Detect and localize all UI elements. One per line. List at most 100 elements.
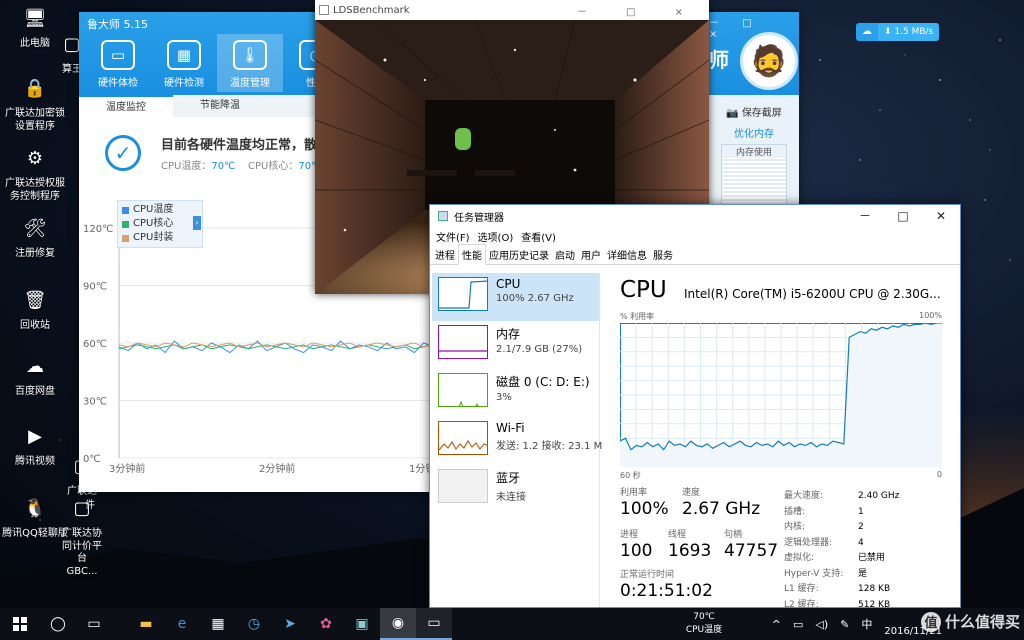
computer-icon: 🖥 bbox=[23, 7, 47, 29]
board-icon: ▦ bbox=[167, 40, 201, 70]
tab-startup[interactable]: 启动 bbox=[552, 245, 578, 264]
cpu-temp-label: CPU温度 bbox=[685, 625, 723, 635]
optimize-memory-link[interactable]: 优化内存 bbox=[709, 125, 799, 140]
maximize-button[interactable]: □ bbox=[884, 205, 922, 227]
tab-temp-monitor[interactable]: 温度监控 bbox=[79, 95, 173, 117]
sidebar-item-bluetooth[interactable]: 蓝牙 未连接 bbox=[432, 465, 599, 513]
nav-hardware-check[interactable]: ▭ 硬件体检 bbox=[85, 34, 151, 92]
desktop-icon-label: 注册修复 bbox=[15, 248, 55, 259]
volume-icon[interactable]: ◁) bbox=[815, 618, 828, 631]
cloud-icon: ☁ bbox=[856, 23, 878, 41]
save-screenshot-button[interactable]: 📷 保存截屏 bbox=[709, 104, 799, 119]
stat-processes: 进程 100 bbox=[620, 530, 653, 561]
graph-time-label: 60 秒 bbox=[620, 471, 641, 480]
sidebar-item-disk[interactable]: 磁盘 0 (C: D: E:) 3% bbox=[432, 369, 599, 417]
desktop-icon[interactable]: 🐧 腾讯QQ轻聊版 bbox=[2, 494, 68, 541]
nav-hardware-detect[interactable]: ▦ 硬件检测 bbox=[151, 34, 217, 92]
messenger-icon[interactable]: ➤ bbox=[272, 608, 308, 640]
cloud-icon: ☁ bbox=[26, 355, 44, 377]
window-controls[interactable]: － □ × bbox=[577, 3, 701, 18]
tab-services[interactable]: 服务 bbox=[650, 245, 676, 264]
network-icon[interactable]: ▭ bbox=[793, 618, 803, 631]
desktop-icon[interactable]: ⚙ 广联达授权服务控制程序 bbox=[2, 144, 68, 203]
benchmark-title: LDSBenchmark bbox=[333, 4, 410, 16]
store-icon[interactable]: ▦ bbox=[200, 608, 236, 640]
ime-icon[interactable]: 中 bbox=[861, 616, 872, 632]
ludashi-tabs: 温度监控 节能降温 bbox=[79, 95, 319, 117]
avatar[interactable]: 🧔 bbox=[740, 32, 798, 90]
y-tick-label: 30℃ bbox=[83, 397, 107, 408]
desktop-icon[interactable]: ▢ 广联达协同计价平台 GBC... bbox=[62, 494, 102, 578]
graph-max-label: 100% bbox=[919, 311, 942, 320]
tab-performance[interactable]: 性能 bbox=[458, 244, 486, 265]
chart-legend[interactable]: CPU温度 CPU核心 CPU封装 bbox=[117, 200, 203, 248]
ludashi-title: 鲁大师 5.15 bbox=[87, 18, 148, 31]
task-manager-taskbar-icon[interactable]: ▭ bbox=[416, 608, 452, 640]
stat-threads: 线程 1693 bbox=[668, 530, 712, 561]
memory-thumbnail bbox=[438, 325, 488, 359]
qq-icon: 🐧 bbox=[23, 497, 47, 519]
detail-row: 逻辑处理器: 4 bbox=[784, 537, 864, 548]
desktop-icon[interactable]: 🛠 注册修复 bbox=[2, 214, 68, 261]
brand-text: 师 bbox=[709, 48, 729, 72]
clock-app-icon[interactable]: ◷ bbox=[236, 608, 272, 640]
desktop-icon-label: 百度网盘 bbox=[15, 386, 55, 397]
desktop-icon[interactable]: ☁ 百度网盘 bbox=[2, 352, 68, 399]
tab-details[interactable]: 详细信息 bbox=[604, 245, 650, 264]
legend-item: CPU核心 bbox=[122, 217, 198, 231]
tab-energy-saving[interactable]: 节能降温 bbox=[173, 95, 267, 117]
service-icon: ⚙ bbox=[26, 147, 44, 169]
edge-browser-icon[interactable]: e bbox=[164, 608, 200, 640]
cpu-model: Intel(R) Core(TM) i5-6200U CPU @ 2.30G..… bbox=[684, 287, 941, 301]
desktop-icon[interactable]: 🔒 广联达加密锁设置程序 bbox=[2, 74, 68, 133]
menu-file[interactable]: 文件(F) bbox=[436, 229, 470, 244]
y-tick-label: 90℃ bbox=[83, 282, 107, 293]
task-manager-window[interactable]: 任务管理器 － □ ✕ 文件(F) 选项(O) 查看(V) 进程 性能 应用历史… bbox=[429, 204, 961, 608]
sidebar-item-cpu[interactable]: CPU 100% 2.67 GHz bbox=[432, 273, 599, 321]
net-speed-widget[interactable]: ☁ ⬇ 1.5 MB/s bbox=[856, 23, 940, 41]
up-arrow-icon[interactable]: ^ bbox=[772, 618, 781, 631]
desktop-icon[interactable]: 🗑 回收站 bbox=[2, 286, 68, 333]
photos-icon[interactable]: ✿ bbox=[308, 608, 344, 640]
window-controls: － □ ✕ bbox=[846, 205, 960, 227]
minimize-button[interactable]: － bbox=[846, 205, 884, 227]
memory-usage-label: 内存使用 bbox=[722, 145, 786, 158]
y-tick-label: 120℃ bbox=[83, 224, 113, 235]
ludashi-taskbar-icon[interactable]: ◉ bbox=[380, 608, 416, 640]
close-button[interactable]: ✕ bbox=[922, 205, 960, 227]
x-tick-label: 2分钟前 bbox=[259, 462, 295, 475]
desktop-icon[interactable]: ▶ 腾讯视频 bbox=[2, 422, 68, 469]
x-tick-label: 3分钟前 bbox=[109, 462, 145, 475]
pen-icon[interactable]: ✎ bbox=[840, 618, 849, 631]
tab-app-history[interactable]: 应用历史记录 bbox=[486, 245, 552, 264]
cpu-temp-readout: 70℃ bbox=[693, 612, 715, 622]
task-view-icon[interactable]: ▭ bbox=[76, 608, 112, 640]
y-tick-label: 0℃ bbox=[83, 454, 101, 465]
detail-row: L1 缓存: 128 KB bbox=[784, 584, 891, 594]
nav-temperature[interactable]: 🌡 温度管理 bbox=[217, 34, 283, 92]
game-icon[interactable]: ▣ bbox=[344, 608, 380, 640]
menu-view[interactable]: 查看(V) bbox=[521, 229, 556, 244]
net-speed-value: 1.5 MB/s bbox=[894, 27, 934, 37]
graph-time-end-label: 0 bbox=[936, 470, 942, 479]
cpu-performance-panel: CPU Intel(R) Core(TM) i5-6200U CPU @ 2.3… bbox=[618, 273, 960, 607]
legend-toggle-icon[interactable]: › bbox=[193, 216, 201, 230]
tab-processes[interactable]: 进程 bbox=[432, 245, 458, 264]
performance-sidebar: CPU 100% 2.67 GHz 内存 2.1/7.9 GB (27%) 磁盘 0… bbox=[430, 273, 602, 607]
menu-bar: 文件(F) 选项(O) 查看(V) bbox=[430, 227, 960, 245]
cpu-temperature-widget[interactable]: 70℃ CPU温度 bbox=[676, 611, 732, 637]
legend-item: CPU温度 bbox=[122, 203, 198, 217]
file-explorer-icon[interactable]: ▬ bbox=[128, 608, 164, 640]
cortana-icon[interactable]: ◯ bbox=[40, 608, 76, 640]
app-icon bbox=[319, 5, 329, 15]
detail-row: 内核: 2 bbox=[784, 522, 864, 532]
menu-options[interactable]: 选项(O) bbox=[478, 229, 514, 244]
sidebar-item-wifi[interactable]: Wi-Fi 发送: 1.2 接收: 23.1 M bbox=[432, 417, 602, 465]
stat-utilization: 利用率 100% bbox=[620, 488, 669, 519]
status-message: 目前各硬件温度均正常，散 bbox=[161, 138, 318, 153]
watermark: 值 什么值得买 bbox=[920, 611, 1020, 632]
recycle-bin-icon: 🗑 bbox=[23, 289, 47, 311]
start-button[interactable] bbox=[0, 608, 40, 640]
sidebar-item-memory[interactable]: 内存 2.1/7.9 GB (27%) bbox=[432, 321, 599, 369]
tab-users[interactable]: 用户 bbox=[578, 245, 604, 264]
